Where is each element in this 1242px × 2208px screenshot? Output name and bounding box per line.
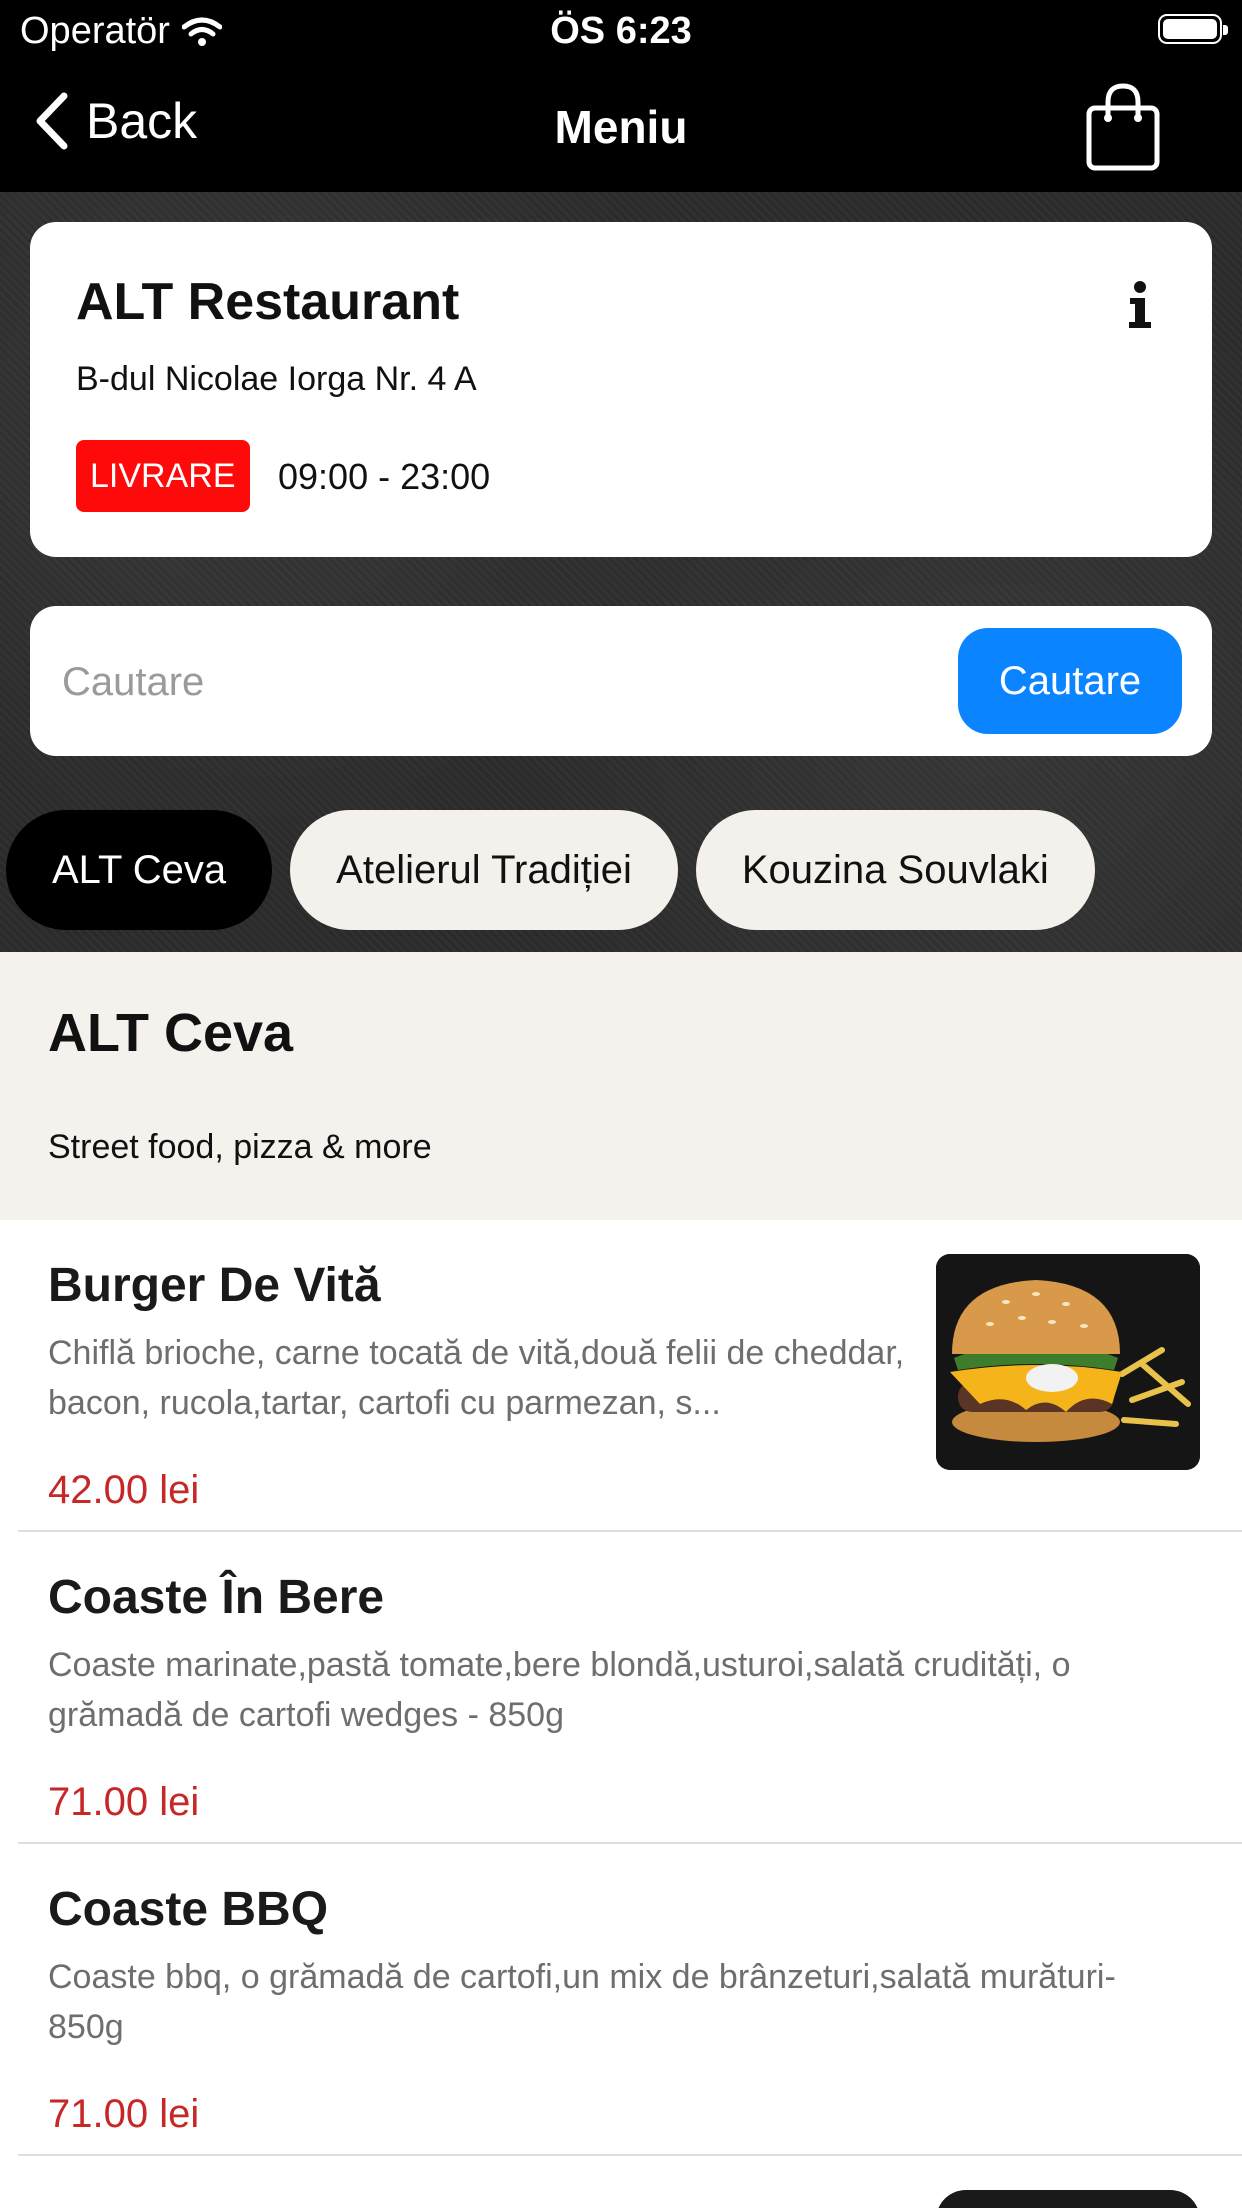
- restaurant-name: ALT Restaurant: [76, 273, 460, 331]
- item-description: Coaste marinate,pastă tomate,bere blondă…: [48, 1646, 1071, 1734]
- menu-item-partial[interactable]: [0, 2156, 1242, 2208]
- restaurant-address: B-dul Nicolae Iorga Nr. 4 A: [76, 360, 477, 398]
- tab-kouzina-souvlaki[interactable]: Kouzina Souvlaki: [695, 810, 1095, 930]
- battery-icon: [1158, 14, 1228, 44]
- shopping-bag-icon[interactable]: [1084, 82, 1162, 172]
- section-title: ALT Ceva: [48, 1003, 294, 1063]
- item-description: Coaste bbq, o grămadă de cartofi,un mix …: [48, 1958, 1116, 2046]
- menu-item[interactable]: Coaste În Bere Coaste marinate,pastă tom…: [0, 1532, 1242, 1844]
- status-bar: Operatör ÖS 6:23: [0, 0, 1242, 62]
- category-tabs: ALT Ceva Atelierul Tradiției Kouzina Sou…: [6, 810, 1095, 930]
- page-title: Meniu: [554, 101, 688, 153]
- navigation-bar: Back Meniu: [0, 62, 1242, 192]
- section-subtitle: Street food, pizza & more: [48, 1128, 432, 1166]
- search-bar: Cautare: [30, 606, 1212, 756]
- item-description: Chiflă brioche, carne tocată de vită,dou…: [48, 1334, 905, 1422]
- section-header: ALT Ceva Street food, pizza & more: [0, 952, 1242, 1220]
- search-input[interactable]: [60, 646, 944, 718]
- tab-alt-ceva[interactable]: ALT Ceva: [6, 810, 273, 930]
- item-price: 71.00 lei: [48, 1780, 200, 1824]
- item-photo: [936, 2190, 1200, 2208]
- tab-atelierul-traditiei[interactable]: Atelierul Tradiției: [290, 810, 678, 930]
- item-name: Coaste BBQ: [48, 1883, 329, 1936]
- restaurant-card: ALT Restaurant B-dul Nicolae Iorga Nr. 4…: [30, 222, 1212, 557]
- item-name: Coaste În Bere: [48, 1571, 385, 1624]
- burger-photo: [936, 1254, 1200, 1470]
- info-icon[interactable]: [1120, 280, 1160, 330]
- search-button[interactable]: Cautare: [958, 628, 1182, 734]
- item-price: 71.00 lei: [48, 2092, 200, 2136]
- opening-hours: 09:00 - 23:00: [278, 456, 491, 497]
- item-name: Burger De Vită: [48, 1259, 381, 1312]
- status-time: ÖS 6:23: [550, 10, 692, 52]
- menu-item[interactable]: Burger De Vită Chiflă brioche, carne toc…: [0, 1220, 1242, 1532]
- delivery-badge: LIVRARE: [76, 440, 250, 512]
- menu-item[interactable]: Coaste BBQ Coaste bbq, o grămadă de cart…: [0, 1844, 1242, 2156]
- item-price: 42.00 lei: [48, 1468, 200, 1512]
